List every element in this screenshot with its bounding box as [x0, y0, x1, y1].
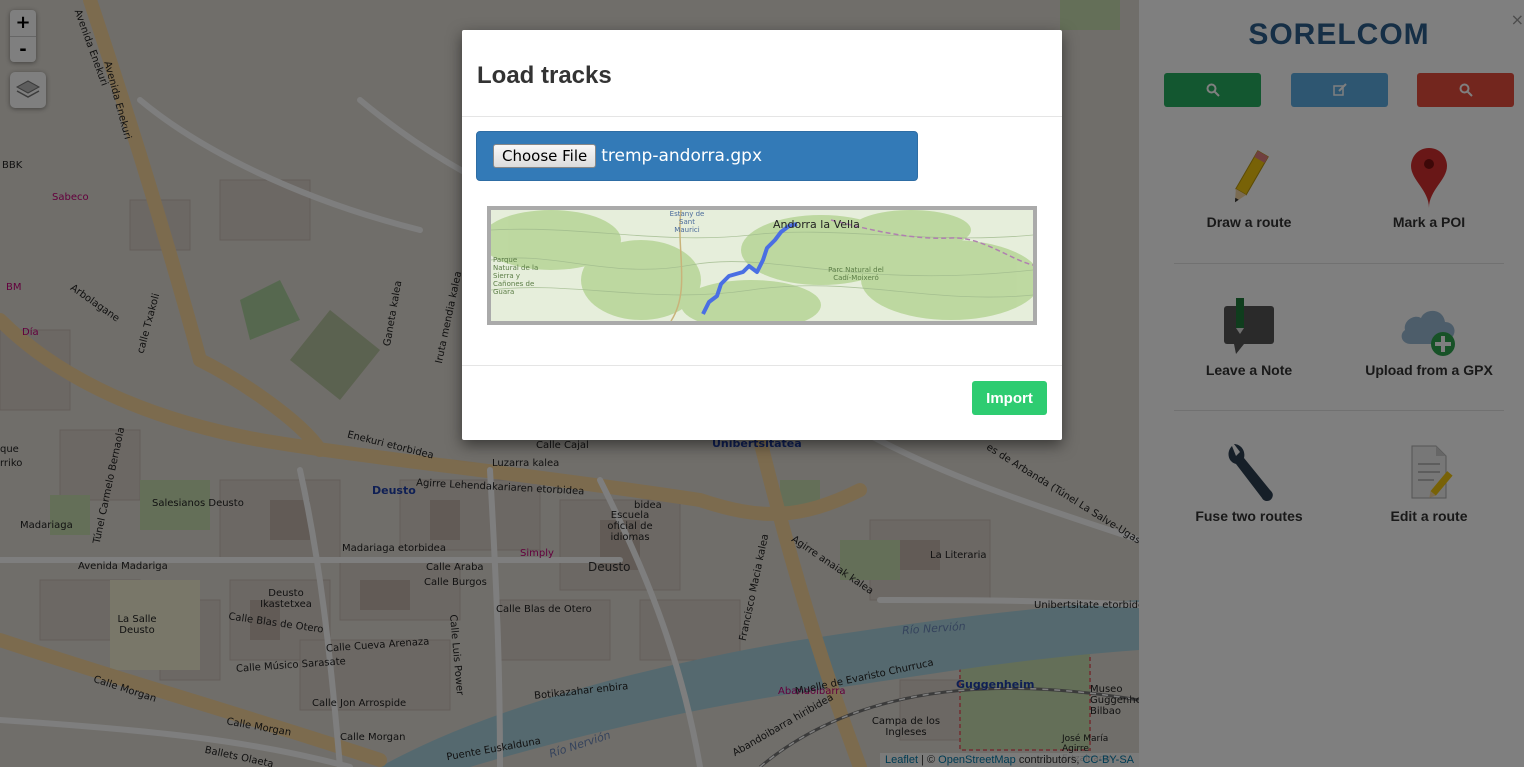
preview-label: Parc Natural del Cadí-Moixeró: [828, 266, 884, 282]
preview-label: Estany de Sant Maurici: [669, 210, 705, 234]
modal-footer: Import: [462, 365, 1062, 440]
modal-title: Load tracks: [477, 62, 612, 89]
modal-header: Load tracks: [462, 30, 1062, 117]
choose-file-button[interactable]: Choose File: [493, 144, 597, 168]
file-name: tremp-andorra.gpx: [601, 146, 763, 166]
file-input[interactable]: Choose File tremp-andorra.gpx: [476, 131, 918, 181]
import-button[interactable]: Import: [972, 381, 1047, 415]
preview-terrain: [491, 210, 1033, 321]
preview-label: Parque Natural de la Sierra y Cañones de…: [493, 256, 539, 296]
track-preview-map: Andorra la Vella Parque Natural de la Si…: [487, 206, 1037, 325]
preview-label: Andorra la Vella: [773, 218, 860, 231]
modal-body: Choose File tremp-andorra.gpx Andorra la…: [462, 117, 1062, 365]
load-tracks-modal: Load tracks Choose File tremp-andorra.gp…: [462, 30, 1062, 440]
